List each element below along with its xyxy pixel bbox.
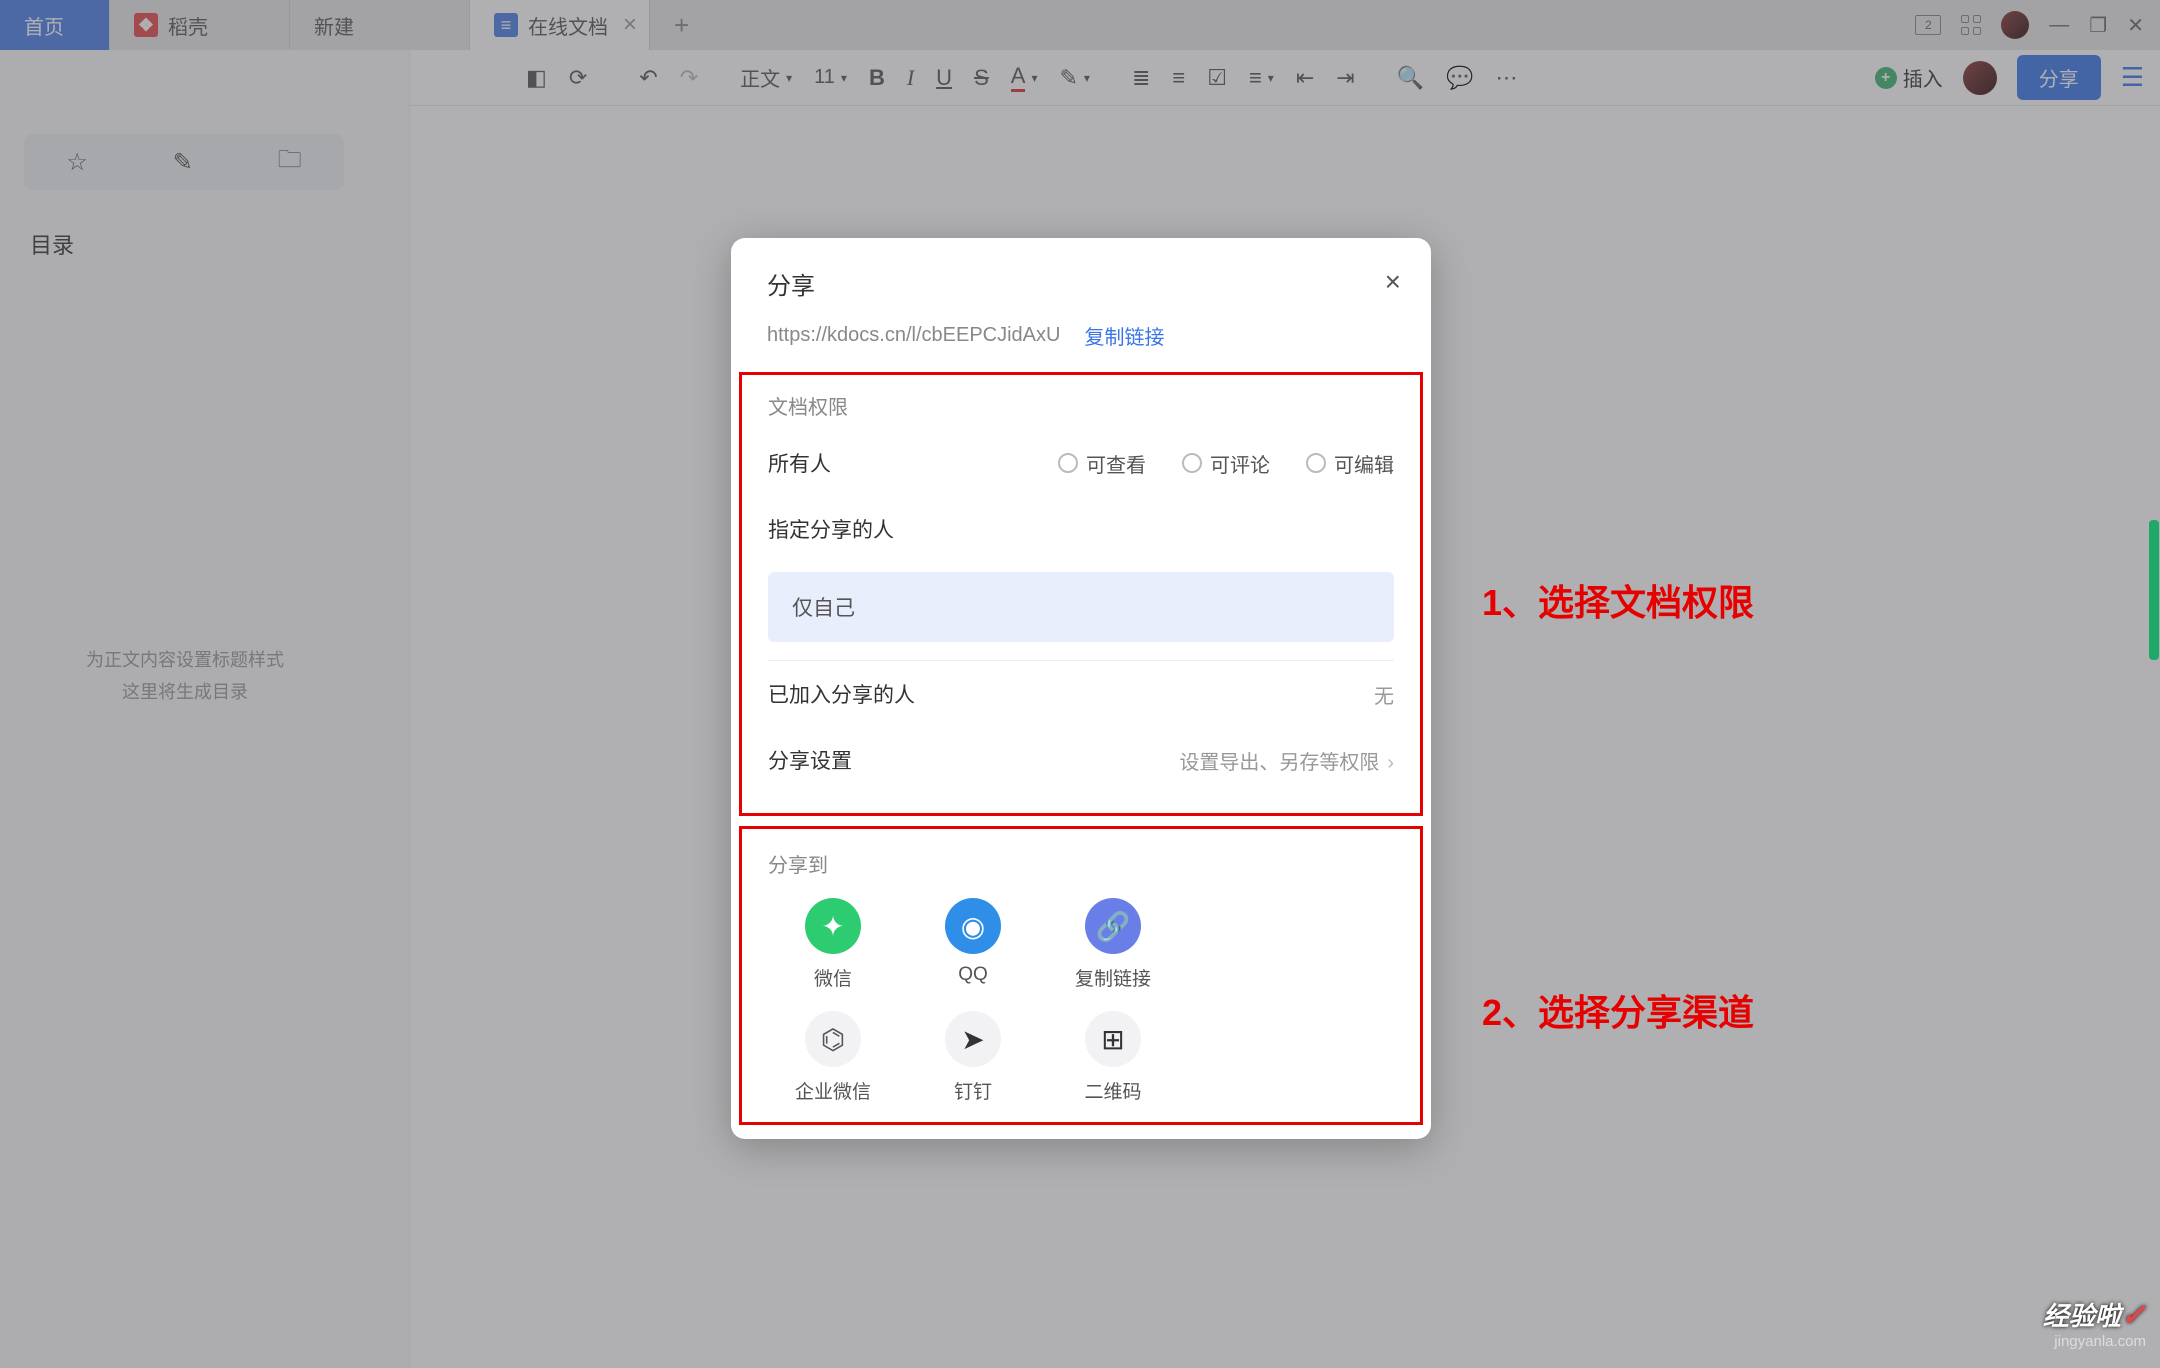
share-qq[interactable]: ◉ QQ bbox=[908, 898, 1038, 991]
enterprise-wechat-icon: ⌬ bbox=[805, 1011, 861, 1067]
share-url: https://kdocs.cn/l/cbEEPCJidAxU bbox=[767, 324, 1060, 347]
dialog-title: 分享 bbox=[767, 266, 1395, 301]
row-joined[interactable]: 已加入分享的人 无 bbox=[768, 660, 1394, 727]
annotation-1: 1、选择文档权限 bbox=[1482, 574, 1754, 626]
permissions-box: 文档权限 所有人 可查看 可评论 可编辑 指定分享的人 仅自己 已加入分享的人 … bbox=[739, 372, 1423, 816]
everyone-label: 所有人 bbox=[768, 448, 831, 478]
row-everyone[interactable]: 所有人 可查看 可评论 可编辑 bbox=[768, 430, 1394, 496]
copy-link-button[interactable]: 复制链接 bbox=[1084, 321, 1164, 350]
row-share-settings[interactable]: 分享设置 设置导出、另存等权限› bbox=[768, 727, 1394, 793]
share-to-header: 分享到 bbox=[768, 833, 1394, 888]
scrollbar-indicator[interactable] bbox=[2149, 520, 2159, 660]
wechat-icon: ✦ bbox=[805, 898, 861, 954]
qrcode-icon: ⊞ bbox=[1085, 1011, 1141, 1067]
watermark: 经验啦✓ jingyanla.com bbox=[2043, 1296, 2146, 1350]
radio-edit[interactable]: 可编辑 bbox=[1306, 449, 1394, 478]
share-to-box: 分享到 ✦ 微信 ◉ QQ 🔗 复制链接 ⌬ 企业微信 ➤ 钉钉 bbox=[739, 826, 1423, 1125]
row-only-self[interactable]: 仅自己 bbox=[768, 572, 1394, 642]
radio-view[interactable]: 可查看 bbox=[1058, 449, 1146, 478]
radio-comment[interactable]: 可评论 bbox=[1182, 449, 1270, 478]
link-icon: 🔗 bbox=[1085, 898, 1141, 954]
share-copylink[interactable]: 🔗 复制链接 bbox=[1048, 898, 1178, 991]
chevron-right-icon: › bbox=[1387, 752, 1394, 774]
share-enterprise-wechat[interactable]: ⌬ 企业微信 bbox=[768, 1011, 898, 1104]
share-dingtalk[interactable]: ➤ 钉钉 bbox=[908, 1011, 1038, 1104]
share-wechat[interactable]: ✦ 微信 bbox=[768, 898, 898, 991]
radio-dot-icon bbox=[1058, 453, 1078, 473]
qq-icon: ◉ bbox=[945, 898, 1001, 954]
annotation-2: 2、选择分享渠道 bbox=[1482, 984, 1754, 1036]
share-qrcode[interactable]: ⊞ 二维码 bbox=[1048, 1011, 1178, 1104]
dingtalk-icon: ➤ bbox=[945, 1011, 1001, 1067]
radio-dot-icon bbox=[1306, 453, 1326, 473]
permissions-header: 文档权限 bbox=[768, 375, 1394, 430]
row-specified[interactable]: 指定分享的人 bbox=[768, 496, 1394, 562]
radio-dot-icon bbox=[1182, 453, 1202, 473]
dialog-close-icon[interactable]: × bbox=[1385, 266, 1401, 298]
share-dialog: 分享 × https://kdocs.cn/l/cbEEPCJidAxU 复制链… bbox=[731, 238, 1431, 1139]
